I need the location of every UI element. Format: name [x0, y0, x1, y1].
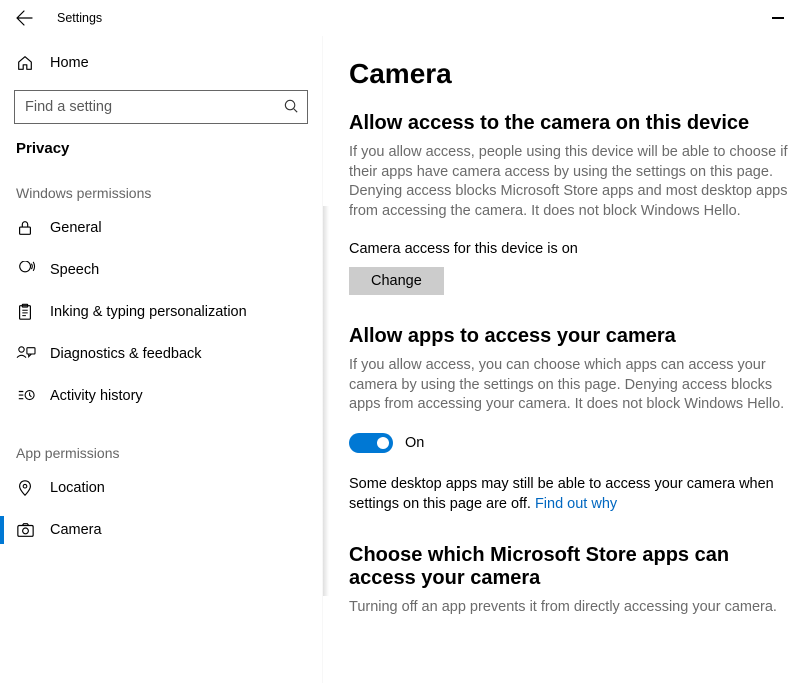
sidebar-item-speech[interactable]: Speech	[14, 249, 308, 291]
section-description: If you allow access, people using this d…	[349, 143, 796, 221]
arrow-left-icon	[15, 9, 33, 27]
lock-icon	[16, 219, 40, 237]
location-icon	[16, 479, 40, 497]
sidebar-item-label: Speech	[50, 262, 99, 278]
sidebar-item-label: Location	[50, 480, 105, 496]
sidebar-item-activity-history[interactable]: Activity history	[14, 375, 308, 417]
section-heading: Allow access to the camera on this devic…	[349, 112, 796, 135]
sidebar-item-inking[interactable]: Inking & typing personalization	[14, 291, 308, 333]
sidebar-item-label: Camera	[50, 522, 102, 538]
change-button[interactable]: Change	[349, 267, 444, 295]
camera-icon	[16, 521, 40, 539]
home-icon	[16, 54, 40, 72]
search-input[interactable]	[14, 90, 308, 124]
clipboard-icon	[16, 303, 40, 321]
sidebar-group-windows-permissions: Windows permissions	[14, 185, 308, 201]
sidebar-item-home[interactable]: Home	[14, 44, 308, 82]
history-icon	[16, 387, 40, 405]
sidebar-item-label: Home	[50, 55, 89, 71]
sidebar-item-label: Diagnostics & feedback	[50, 346, 202, 362]
feedback-icon	[16, 345, 40, 363]
sidebar-item-camera[interactable]: Camera	[14, 509, 308, 551]
sidebar-category: Privacy	[14, 140, 308, 157]
page-title: Camera	[349, 58, 796, 90]
sidebar: Home Privacy Windows permissions General…	[0, 36, 322, 683]
device-access-status: Camera access for this device is on	[349, 241, 796, 257]
section-store-apps: Choose which Microsoft Store apps can ac…	[349, 544, 796, 618]
back-button[interactable]	[15, 9, 33, 27]
section-description: Turning off an app prevents it from dire…	[349, 598, 796, 618]
app-access-toggle[interactable]	[349, 433, 393, 453]
sidebar-item-label: Activity history	[50, 388, 143, 404]
sidebar-group-app-permissions: App permissions	[14, 445, 308, 461]
minimize-button[interactable]	[772, 17, 784, 19]
sidebar-item-general[interactable]: General	[14, 207, 308, 249]
content-pane: Camera Allow access to the camera on thi…	[322, 36, 804, 683]
sidebar-item-label: General	[50, 220, 102, 236]
search-icon	[283, 98, 300, 115]
section-heading: Allow apps to access your camera	[349, 325, 796, 348]
section-heading: Choose which Microsoft Store apps can ac…	[349, 544, 796, 590]
speech-icon	[16, 261, 40, 279]
sidebar-item-label: Inking & typing personalization	[50, 304, 247, 320]
window-title: Settings	[57, 11, 102, 25]
section-app-access: Allow apps to access your camera If you …	[349, 325, 796, 514]
section-description: If you allow access, you can choose whic…	[349, 356, 796, 415]
section-device-access: Allow access to the camera on this devic…	[349, 112, 796, 295]
desktop-apps-note: Some desktop apps may still be able to a…	[349, 475, 796, 514]
sidebar-item-location[interactable]: Location	[14, 467, 308, 509]
find-out-why-link[interactable]: Find out why	[535, 496, 617, 512]
sidebar-item-diagnostics[interactable]: Diagnostics & feedback	[14, 333, 308, 375]
toggle-state-label: On	[405, 435, 424, 451]
